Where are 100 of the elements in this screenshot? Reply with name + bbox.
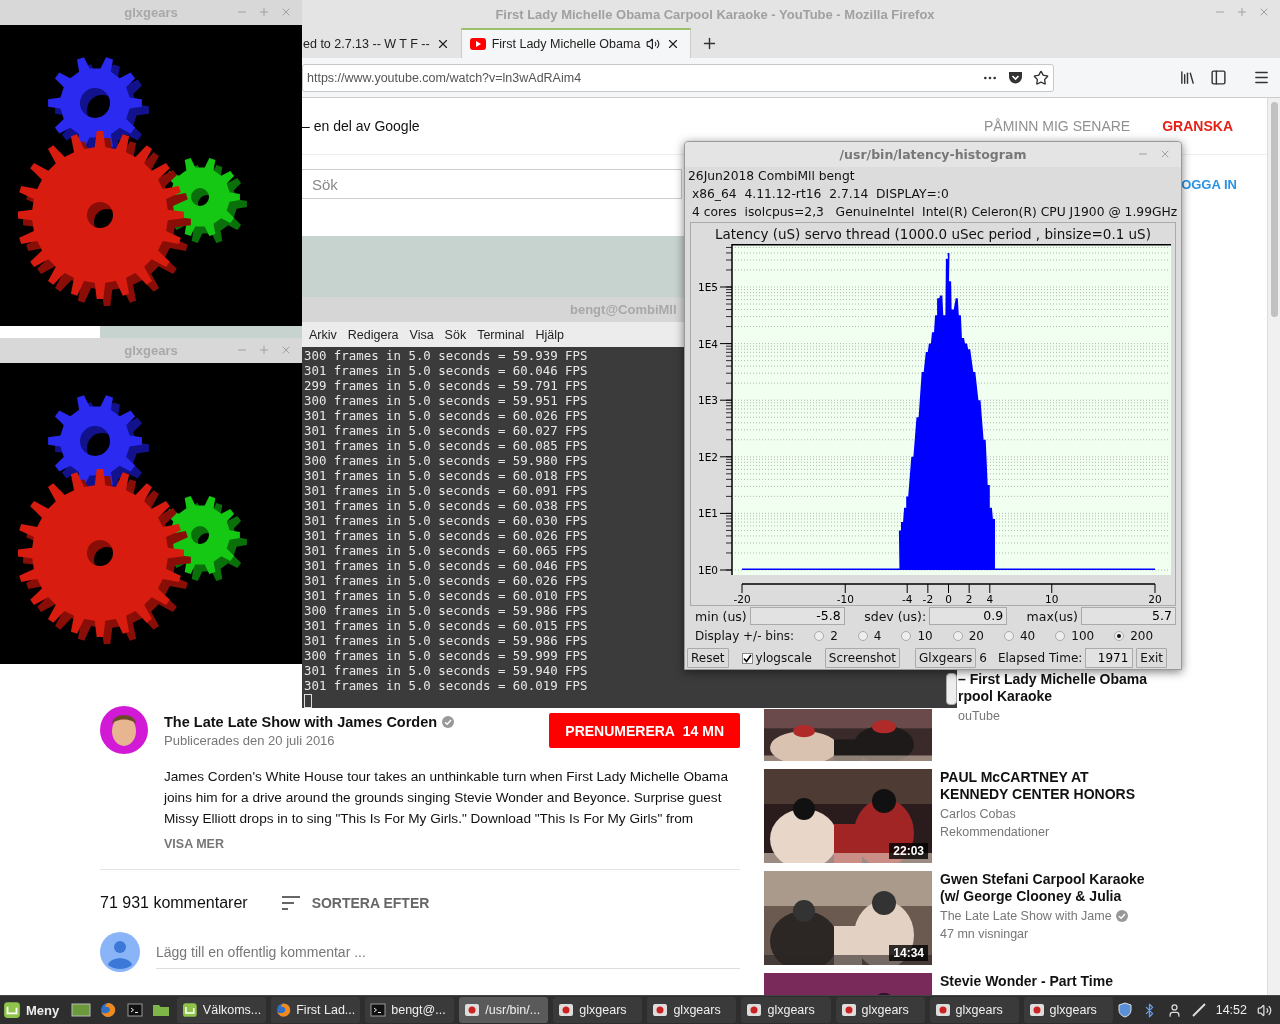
task-button[interactable]: /usr/bin/... [459,997,549,1023]
review-link[interactable]: GRANSKA [1162,118,1233,134]
channel-name[interactable]: Carlos Cobas [940,807,1016,821]
star-icon[interactable] [1033,69,1049,86]
sort-button[interactable]: SORTERA EFTER [281,895,430,911]
video-title[interactable]: – First Lady Michelle Obama rpool Karaoke [958,671,1148,705]
terminal-line: 301 frames in 5.0 seconds = 60.018 FPS [304,468,588,483]
cursor [304,694,312,708]
tick-label: 4 [986,593,994,605]
radio-label[interactable]: 100 [1071,629,1095,643]
stat-label: max(us) [1026,608,1079,624]
mint-icon [3,1001,21,1019]
scrollbar[interactable] [1270,102,1278,317]
task-button[interactable]: glxgears [835,997,925,1023]
radio-label[interactable]: 4 [873,629,882,643]
task-button[interactable]: glxgears [1023,997,1113,1023]
screenshot-button[interactable]: Screenshot [824,648,901,668]
video-title[interactable]: PAUL McCARTNEY AT KENNEDY CENTER HONORS [940,769,1140,803]
search-field[interactable]: Sök [302,169,682,199]
library-icon[interactable] [1179,69,1196,86]
radio-label[interactable]: 10 [917,629,933,643]
radio-label[interactable]: 20 [968,629,984,643]
radio-label[interactable]: 2 [830,629,838,643]
shield-icon[interactable] [1117,1002,1132,1018]
terminal-line: 300 frames in 5.0 seconds = 59.951 FPS [304,393,588,408]
url-field[interactable]: https://www.youtube.com/watch?v=ln3wAdRAim4 [302,63,1054,92]
tick-label: 2 [965,593,973,605]
volume-icon[interactable] [1257,1002,1272,1018]
task-button[interactable]: glxgears [741,997,831,1023]
app-icon [464,1002,481,1018]
video-duration: 22:03 [889,843,928,859]
radio-button[interactable] [901,631,912,641]
task-button[interactable]: glxgears [553,997,643,1023]
tab-title: First Lady Michelle Obama [491,37,641,51]
chart-title: Latency (uS) servo thread (1000.0 uSec period , binsize=0.1 uS) [714,225,1152,244]
user-icon[interactable] [1166,1002,1182,1018]
pocket-icon[interactable] [1008,70,1023,85]
browser-tab[interactable]: ed to 2.7.13 -- W T F -- [302,28,461,58]
elapsed-field: 1971 [1085,648,1134,668]
radio-label[interactable]: 200 [1130,629,1154,643]
scrollbar[interactable] [945,673,957,705]
channel-name[interactable]: The Late Late Show with Jame [940,909,1112,923]
terminal-line: 301 frames in 5.0 seconds = 59.940 FPS [304,663,588,678]
checkbox[interactable] [741,652,753,664]
menu-icon[interactable] [1253,69,1270,86]
menu-item[interactable]: Hjälp [535,327,564,342]
system-info: 4 cores isolcpus=2,3 GenuineIntel Intel(R) Celeron(R) CPU J1900 @ 1.99GHz [690,204,1179,221]
channel-avatar[interactable] [100,706,148,754]
terminal-line: 300 frames in 5.0 seconds = 59.939 FPS [304,348,588,363]
window-title: /usr/bin/latency-histogram [839,147,1027,162]
terminal-line: 301 frames in 5.0 seconds = 59.986 FPS [304,633,588,648]
menu-item[interactable]: Sök [444,327,467,342]
tick-label: -2 [922,593,934,605]
browser-tab[interactable]: First Lady Michelle Obama [460,28,692,58]
channel-name[interactable]: The Late Late Show with James Corden [164,714,438,730]
bins-label: Display +/- bins: [695,629,795,643]
radio-button[interactable] [1004,631,1014,641]
menu-item[interactable]: Visa [409,327,434,342]
clock[interactable]: 14:52 [1215,1003,1247,1017]
sidebar-icon[interactable] [1210,69,1227,86]
checkbox-label[interactable]: ylogscale [755,651,812,665]
app-icon [1028,1002,1045,1018]
radio-button[interactable] [857,631,868,641]
menu-item[interactable]: Arkiv [309,327,337,342]
show-more-link[interactable]: VISA MER [164,837,740,851]
video-meta: 47 mn visningar [940,927,1029,941]
show-desktop-icon[interactable] [70,1002,92,1018]
glxgears-button[interactable]: Glxgears [915,648,977,668]
radio-button[interactable] [952,631,963,641]
video-title[interactable]: Stevie Wonder - Part Time [940,973,1140,990]
comment-field[interactable]: Lägg till en offentlig kommentar ... [156,935,740,969]
task-button[interactable]: bengt@... [365,997,455,1023]
terminal-line: 301 frames in 5.0 seconds = 60.010 FPS [304,588,588,603]
terminal-line: 300 frames in 5.0 seconds = 59.986 FPS [304,603,588,618]
task-button[interactable]: Välkoms... [177,997,267,1023]
menu-item[interactable]: Redigera [347,327,399,342]
terminal-line: 301 frames in 5.0 seconds = 60.026 FPS [304,573,588,588]
terminal-line: 300 frames in 5.0 seconds = 59.999 FPS [304,648,588,663]
task-button[interactable]: First Lad... [271,997,361,1023]
terminal-line: 301 frames in 5.0 seconds = 60.046 FPS [304,558,588,573]
video-title[interactable]: Gwen Stefani Carpool Karaoke (w/ George Clooney & Julia [940,871,1145,905]
radio-button[interactable] [814,631,825,641]
task-button[interactable]: glxgears [929,997,1019,1023]
terminal-line: 301 frames in 5.0 seconds = 60.015 FPS [304,618,588,633]
subscribe-button[interactable]: PRENUMERERA 14 MN [549,713,740,748]
speaker-icon[interactable] [646,37,661,51]
radio-button[interactable] [1055,631,1066,641]
mint-icon [182,1002,198,1018]
video-meta: Rekommendationer [940,825,1050,839]
radio-label[interactable]: 40 [1020,629,1036,643]
reset-button[interactable]: Reset [687,648,729,668]
tick-label: -4 [901,593,913,605]
menu-item[interactable]: Terminal [477,327,525,342]
radio-button[interactable] [1114,631,1125,641]
notice-text: – en del av Google [302,118,420,134]
exit-button[interactable]: Exit [1136,648,1168,668]
menu-button[interactable]: Meny [0,996,66,1024]
app-icon [934,1002,951,1018]
task-button[interactable]: glxgears [647,997,737,1023]
channel-name[interactable]: ouTube [958,709,1000,723]
